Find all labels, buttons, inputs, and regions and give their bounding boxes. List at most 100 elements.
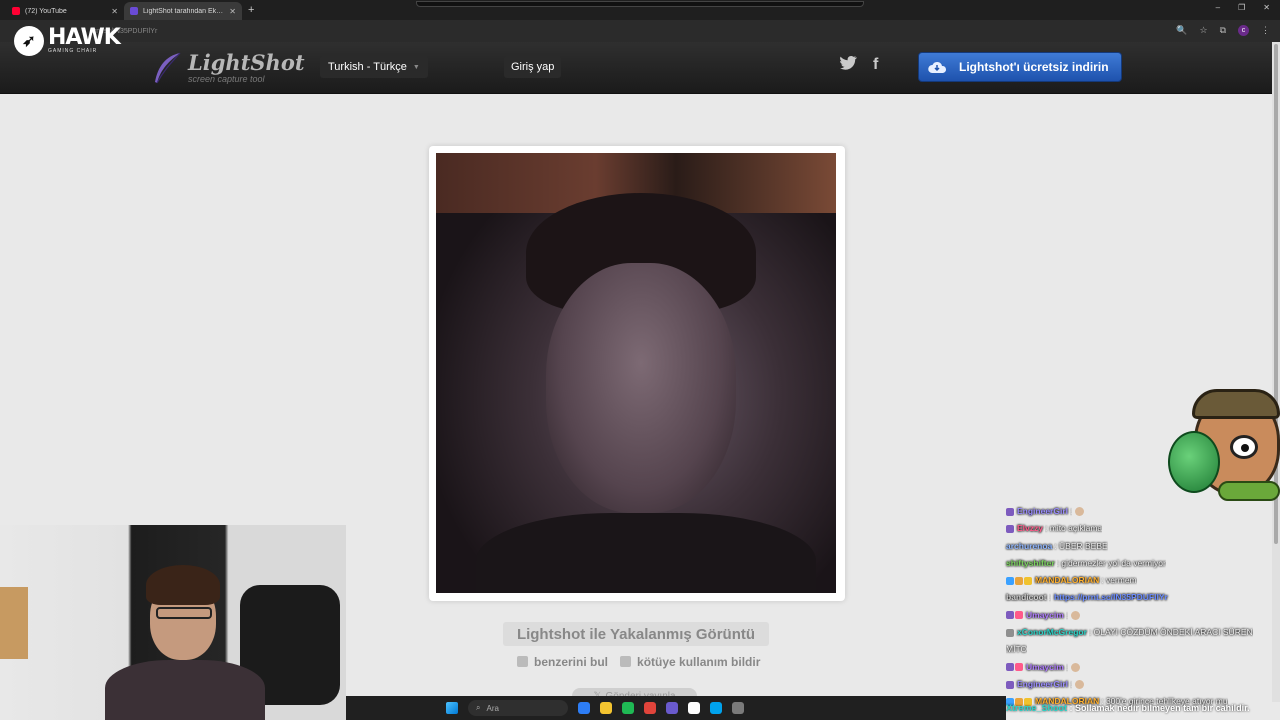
windows-start-icon[interactable] xyxy=(446,702,458,714)
find-similar-link[interactable]: benzerini bul xyxy=(517,655,608,669)
chat-message: EngineerGirl: xyxy=(1006,676,1276,693)
screenshot-frame xyxy=(429,146,845,601)
minimize-button[interactable]: – xyxy=(1216,3,1220,12)
language-select[interactable]: Turkish - Türkçe ▼ xyxy=(320,56,428,78)
bookmark-star-icon[interactable]: ☆ xyxy=(1199,25,1207,36)
chat-badges xyxy=(1006,576,1032,585)
chat-username[interactable]: xConorMcGregor xyxy=(1017,624,1087,641)
window-controls: – ❐ ✕ xyxy=(1216,3,1270,12)
chat-message: xConorMcGregor: OLAYI ÇÖZDÜM ÖNDEKİ ARAC… xyxy=(1006,624,1276,641)
mascot-globe xyxy=(1168,431,1220,493)
chat-badge-icon xyxy=(1006,611,1014,620)
tab-label: (72) YouTube xyxy=(25,7,67,15)
streamer-hair xyxy=(146,565,220,605)
tab-youtube[interactable]: (72) YouTube ✕ xyxy=(6,2,124,20)
lightshot-header: LightShot screen capture tool Turkish - … xyxy=(0,42,1280,94)
chat-username[interactable]: EngineerGirl xyxy=(1017,676,1068,693)
chat-latest-message: Xtreme_Shoot : Sollamak nedir bilmeyen t… xyxy=(1006,703,1250,713)
hawk-feather-icon: ➶ xyxy=(14,26,44,56)
close-window-button[interactable]: ✕ xyxy=(1263,3,1270,12)
taskbar-app-icon[interactable] xyxy=(644,702,656,714)
zoom-icon[interactable]: 🔍 xyxy=(1176,25,1187,36)
chat-username[interactable]: Umaycim xyxy=(1026,607,1064,624)
new-tab-button[interactable]: + xyxy=(248,4,254,16)
lightshot-favicon-icon xyxy=(130,7,138,15)
feather-icon xyxy=(155,52,181,84)
hawk-brand-name: HAWK xyxy=(48,25,121,50)
chat-message: archurenoa: ÜBER BEBE xyxy=(1006,538,1276,555)
taskbar-app-icon[interactable] xyxy=(732,702,744,714)
chat-username[interactable]: shiftyshifter xyxy=(1006,555,1055,572)
flag-icon xyxy=(620,656,632,667)
tab-lightshot[interactable]: LightShot tarafından Ekran Görüntüsü ✕ xyxy=(124,2,242,20)
taskbar-app-icon[interactable] xyxy=(578,702,590,714)
login-button[interactable]: Giriş yap xyxy=(504,56,562,78)
chat-emote-icon xyxy=(1075,507,1085,517)
cloud-download-icon xyxy=(928,61,947,73)
extensions-icon[interactable]: ⧉ xyxy=(1220,25,1226,36)
chat-link[interactable]: https://prnt.sc/IN35PDUFIlYr xyxy=(1054,589,1168,606)
social-links: f xyxy=(840,56,878,74)
search-icon: ⌕ xyxy=(476,703,481,712)
chat-badges xyxy=(1006,628,1014,637)
chat-message-text: : Sollamak nedir bilmeyen tam bir cahild… xyxy=(1069,703,1250,713)
chat-username: Xtreme_Shoot xyxy=(1006,703,1068,713)
chat-badges xyxy=(1006,524,1014,533)
chat-badge-icon xyxy=(1006,680,1014,689)
toolbar-icons: 🔍 ☆ ⧉ c ⋮ xyxy=(1176,25,1270,36)
chat-message-text: : xyxy=(1070,506,1073,516)
camera-icon xyxy=(517,656,528,667)
download-button[interactable]: Lightshot'ı ücretsiz indirin xyxy=(918,52,1122,82)
chat-message-text: MİTO xyxy=(1006,644,1028,655)
close-tab-icon[interactable]: ✕ xyxy=(111,7,118,16)
download-label: Lightshot'ı ücretsiz indirin xyxy=(959,60,1109,74)
chat-message-text: : mito açıklama xyxy=(1045,523,1103,534)
chat-badge-icon xyxy=(1024,576,1032,585)
tab-label: LightShot tarafından Ekran Görüntüsü xyxy=(143,7,226,15)
chat-message-text: : xyxy=(1065,609,1069,620)
report-abuse-link[interactable]: kötüye kullanım bildir xyxy=(620,655,760,669)
chat-username[interactable]: EngineerGirl xyxy=(1017,503,1068,520)
chat-username[interactable]: archurenoa xyxy=(1006,538,1052,555)
chat-message: Umaycim: xyxy=(1006,607,1276,624)
close-tab-icon[interactable]: ✕ xyxy=(229,7,236,16)
profile-avatar[interactable]: c xyxy=(1238,25,1249,36)
taskbar-app-icon[interactable] xyxy=(666,702,678,714)
chat-message-text: : xyxy=(1065,661,1069,672)
taskbar-app-icon[interactable] xyxy=(710,702,722,714)
menu-icon[interactable]: ⋮ xyxy=(1261,25,1270,36)
mascot-eye xyxy=(1230,435,1258,459)
chat-emote-icon xyxy=(1071,662,1081,672)
chat-message-text: : xyxy=(1048,592,1051,603)
chat-message: Elvzzy: mito açıklama xyxy=(1006,520,1276,537)
chat-badge-icon xyxy=(1006,663,1014,672)
windows-taskbar: ⌕ Ara xyxy=(346,696,1006,720)
logo-name: LightShot xyxy=(188,50,305,75)
chat-username[interactable]: MANDALORIAN xyxy=(1035,572,1099,589)
facebook-icon[interactable]: f xyxy=(873,56,878,74)
hawk-sponsor-logo: ➶ HAWK GAMING CHAIR xyxy=(14,25,121,56)
taskbar-app-icon[interactable] xyxy=(622,702,634,714)
find-similar-label: benzerini bul xyxy=(534,655,609,669)
taskbar-app-icon[interactable] xyxy=(688,702,700,714)
person-shirt xyxy=(476,513,816,593)
chat-message-text: : ÜBER BEBE xyxy=(1054,540,1108,551)
chat-username[interactable]: bandicoot xyxy=(1006,589,1047,606)
streamer-glasses xyxy=(156,607,212,619)
chat-message-text: : OLAYI ÇÖZDÜM ÖNDEKİ ARACI SÜREN xyxy=(1088,627,1253,638)
chat-message-text: : xyxy=(1070,678,1073,689)
chat-badges xyxy=(1006,680,1014,689)
chat-message: MANDALORIAN: vermem xyxy=(1006,572,1276,589)
twitter-icon[interactable] xyxy=(840,56,857,70)
maximize-button[interactable]: ❐ xyxy=(1238,3,1245,12)
chat-username[interactable]: Umaycim xyxy=(1026,659,1064,676)
search-placeholder: Ara xyxy=(486,703,499,713)
taskbar-app-icon[interactable] xyxy=(600,702,612,714)
chat-username[interactable]: Elvzzy xyxy=(1017,520,1043,537)
mascot-hand xyxy=(1218,481,1280,501)
captured-screenshot-image[interactable] xyxy=(436,153,836,593)
chat-message: EngineerGirl: xyxy=(1006,503,1276,520)
taskbar-search[interactable]: ⌕ Ara xyxy=(468,700,568,716)
stream-chat: EngineerGirl: Elvzzy: mito açıklama archur… xyxy=(1006,503,1276,711)
chat-badge-icon xyxy=(1006,507,1014,516)
